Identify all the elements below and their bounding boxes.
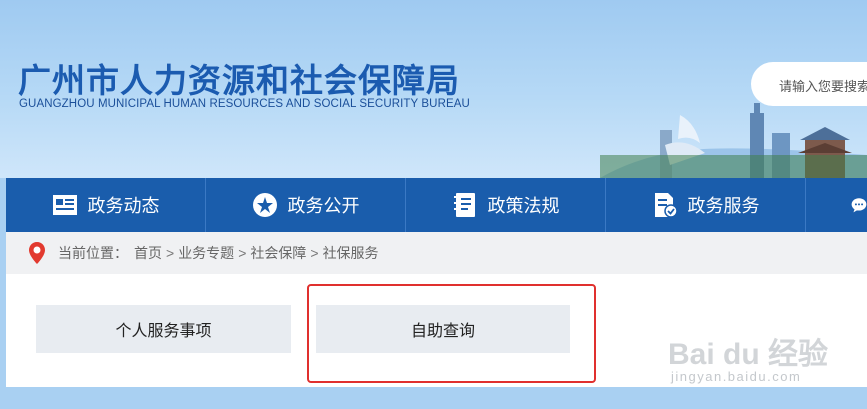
- service-doc-icon: [654, 193, 678, 218]
- breadcrumb-separator: >: [310, 245, 319, 261]
- nav-label: 政务动态: [87, 196, 160, 216]
- breadcrumb-separator: >: [238, 245, 247, 261]
- chat-icon: [851, 198, 867, 213]
- site-subtitle-en: GUANGZHOU MUNICIPAL HUMAN RESOURCES AND …: [19, 98, 470, 110]
- location-pin-icon: [29, 242, 45, 264]
- nav-item-service[interactable]: 政务服务: [606, 178, 806, 232]
- star-icon: [252, 193, 277, 217]
- nav-label: 政务服务: [687, 196, 760, 216]
- nav-label: 政务公开: [287, 196, 360, 216]
- watermark-url: jingyan.baidu.com: [671, 369, 802, 384]
- highlight-frame: [307, 284, 596, 383]
- personal-services-button[interactable]: 个人服务事项: [36, 305, 291, 353]
- nav-item-public[interactable]: 政务公开: [206, 178, 406, 232]
- watermark-logo: Bai du 经验: [668, 338, 829, 371]
- breadcrumb: 当前位置： 首页 > 业务专题 > 社会保障 > 社保服务: [6, 232, 867, 274]
- footer-strip: [0, 387, 867, 409]
- nav-label: 政策法规: [487, 196, 560, 216]
- site-title[interactable]: 广州市人力资源和社会保障局: [18, 54, 460, 102]
- nav-item-policy[interactable]: 政策法规: [406, 178, 606, 232]
- nav-item-interaction[interactable]: [806, 178, 867, 232]
- main-nav: 政务动态 政务公开 政策法规 政务服务: [6, 178, 867, 232]
- breadcrumb-separator: >: [166, 245, 175, 261]
- newspaper-icon: [52, 195, 77, 215]
- book-icon: [453, 193, 475, 217]
- site-header: 广州市人力资源和社会保障局 GUANGZHOU MUNICIPAL HUMAN …: [0, 0, 867, 178]
- breadcrumb-social-security[interactable]: 社会保障: [250, 243, 306, 263]
- breadcrumb-business-topics[interactable]: 业务专题: [178, 243, 234, 263]
- breadcrumb-prefix: 当前位置：: [58, 245, 128, 261]
- breadcrumb-social-service[interactable]: 社保服务: [323, 243, 379, 263]
- city-skyline-illustration: [600, 103, 867, 178]
- breadcrumb-home[interactable]: 首页: [134, 243, 162, 263]
- nav-item-news[interactable]: 政务动态: [6, 178, 206, 232]
